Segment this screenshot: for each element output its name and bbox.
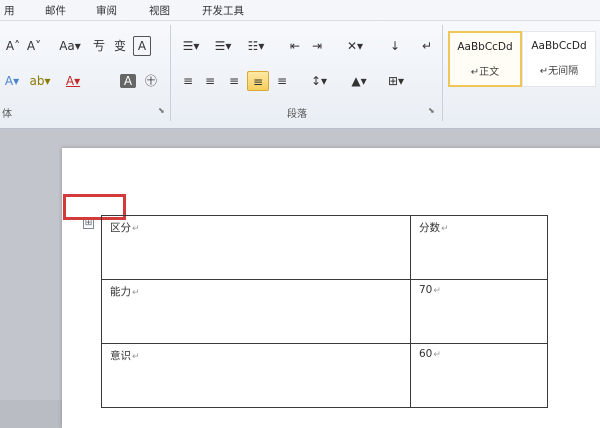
style-no-spacing[interactable]: AaBbCcDd ↵无间隔 <box>522 31 596 87</box>
show-marks-icon[interactable]: ↵ <box>418 36 436 56</box>
char-border-icon[interactable]: A <box>133 36 151 56</box>
table-row: 能力↵ 70↵ <box>101 279 548 344</box>
justify-icon[interactable]: ≡ <box>247 71 269 91</box>
table-cell[interactable]: 意识↵ <box>101 343 411 408</box>
enclose-char-icon[interactable]: 变 <box>111 36 129 56</box>
table-cell[interactable]: 60↵ <box>410 343 548 408</box>
increase-indent-icon[interactable]: ⇥ <box>308 36 326 56</box>
align-left-icon[interactable]: ≡ <box>178 71 198 91</box>
sort-icon[interactable]: ↓ <box>384 36 406 56</box>
table-cell[interactable]: 分数↵ <box>410 215 548 280</box>
multilevel-list-icon[interactable]: ☷▾ <box>242 36 270 56</box>
style-sample: AaBbCcDd <box>531 40 587 52</box>
table-row: 意识↵ 60↵ <box>101 343 548 408</box>
table-cell[interactable]: 70↵ <box>410 279 548 344</box>
char-shading-icon[interactable]: A <box>120 74 136 88</box>
table-cell[interactable]: 区分↵ <box>101 215 411 280</box>
menu-item-view[interactable]: 视图 <box>149 3 170 18</box>
font-group-label: 体 <box>2 109 12 120</box>
phonetic-guide-icon[interactable]: 亐 <box>90 36 108 56</box>
font-dialog-launcher-icon[interactable]: ⬊ <box>158 106 165 115</box>
document-area: ⊞ 区分↵ 分数↵ 能力↵ 70↵ 意识↵ 60↵ <box>0 129 600 428</box>
ribbon-divider <box>170 25 171 121</box>
style-sample: AaBbCcDd <box>457 41 513 53</box>
paragraph-dialog-launcher-icon[interactable]: ⬊ <box>428 106 435 115</box>
ribbon: A˄ A˅ Aa▾ 亐 变 A A▾ ab▾ A▾ A ㊉ ☰▾ ☰▾ ☷▾ ⇤… <box>0 21 600 129</box>
paragraph-group-label: 段落 <box>287 109 307 120</box>
line-spacing-icon[interactable]: ↕▾ <box>306 71 332 91</box>
enclose-circle-icon[interactable]: ㊉ <box>142 71 160 91</box>
change-case-icon[interactable]: Aa▾ <box>56 36 84 56</box>
text-effect-icon[interactable]: A▾ <box>3 71 21 91</box>
table-cell[interactable]: 能力↵ <box>101 279 411 344</box>
distribute-icon[interactable]: ≡ <box>272 71 292 91</box>
borders-icon[interactable]: ⊞▾ <box>382 71 410 91</box>
asian-layout-icon[interactable]: ✕▾ <box>340 36 370 56</box>
menu-item-developer[interactable]: 开发工具 <box>202 3 244 18</box>
menu-item-reference[interactable]: 用 <box>4 3 15 18</box>
align-center-icon[interactable]: ≡ <box>200 71 220 91</box>
menu-item-mailings[interactable]: 邮件 <box>45 3 66 18</box>
bullets-icon[interactable]: ☰▾ <box>178 36 204 56</box>
align-right-icon[interactable]: ≡ <box>224 71 244 91</box>
ribbon-divider <box>442 25 443 121</box>
highlight-color-icon[interactable]: ab▾ <box>26 71 54 91</box>
shading-icon[interactable]: ▲▾ <box>345 71 373 91</box>
grow-font-icon[interactable]: A˄ <box>5 36 21 56</box>
document-table: 区分↵ 分数↵ 能力↵ 70↵ 意识↵ 60↵ <box>101 215 548 408</box>
style-name: ↵正文 <box>470 67 500 78</box>
style-normal[interactable]: AaBbCcDd ↵正文 <box>448 31 522 87</box>
decrease-indent-icon[interactable]: ⇤ <box>286 36 304 56</box>
table-row: 区分↵ 分数↵ <box>101 215 548 280</box>
numbering-icon[interactable]: ☰▾ <box>210 36 236 56</box>
style-name: ↵无间隔 <box>539 66 579 77</box>
menu-item-review[interactable]: 审阅 <box>96 3 117 18</box>
font-color-icon[interactable]: A▾ <box>60 71 86 91</box>
menu-bar: 用 邮件 审阅 视图 开发工具 <box>0 0 600 21</box>
shrink-font-icon[interactable]: A˅ <box>26 36 42 56</box>
